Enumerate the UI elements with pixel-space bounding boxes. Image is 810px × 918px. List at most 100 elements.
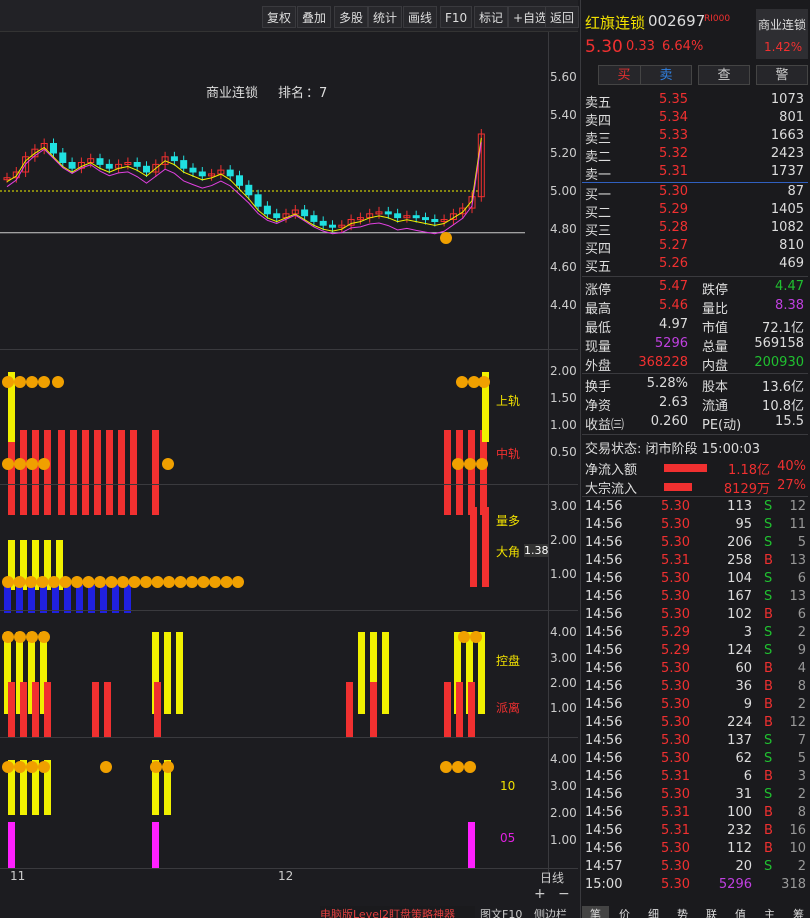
candle — [226, 169, 234, 177]
price-tick: 5.00 — [550, 184, 577, 198]
ad-banner[interactable]: 电脑版Level2盯盘策略神器 — [320, 906, 475, 918]
tick-time: 14:56 — [585, 679, 623, 694]
stat-value: 8.38 — [775, 298, 804, 313]
toolbar-button[interactable]: 叠加 — [297, 6, 332, 28]
toolbar-button[interactable]: F10 — [440, 6, 473, 28]
action-button-1[interactable]: 卖 — [640, 65, 692, 85]
detail-tab[interactable]: 细 — [640, 906, 667, 918]
stat-label: 流通 — [702, 399, 729, 414]
signal-marker — [128, 576, 141, 588]
tick-count: 5 — [797, 535, 806, 550]
book-divider — [582, 182, 808, 183]
kline-chart[interactable] — [0, 32, 548, 884]
signal-marker — [197, 576, 210, 588]
toolbar-button[interactable]: 画线 — [403, 6, 438, 28]
detail-tab[interactable]: 主 — [756, 906, 783, 918]
signal-marker — [71, 576, 83, 588]
zoom-out-button[interactable]: − — [558, 886, 570, 902]
tick-price: 5.30 — [661, 661, 690, 676]
candle — [59, 152, 67, 163]
tick-label: 1.00 — [550, 418, 577, 432]
action-button-2[interactable]: 查 — [698, 65, 750, 85]
tick-time: 14:56 — [585, 589, 623, 604]
stat-value: 13.6亿 — [762, 380, 804, 395]
indicator-bar — [40, 585, 47, 613]
candle — [133, 162, 141, 167]
indicator-bar — [358, 632, 365, 714]
toolbar-button[interactable]: 统计 — [368, 6, 403, 28]
ask-price: 5.32 — [659, 146, 688, 161]
signal-marker — [14, 761, 26, 773]
stat-value: 5.28% — [646, 376, 688, 391]
detail-tab[interactable]: 值 — [727, 906, 754, 918]
indicator-bar — [28, 585, 35, 613]
tick-volume: 60 — [735, 661, 752, 676]
tick-time: 14:56 — [585, 643, 623, 658]
bid-label: 买三 — [585, 224, 612, 239]
signal-marker — [82, 576, 95, 588]
book-divider — [582, 496, 808, 497]
stat-value: 368228 — [638, 355, 688, 370]
tick-price: 5.31 — [661, 823, 690, 838]
detail-tab[interactable]: 筹 — [785, 906, 810, 918]
indicator-bar — [70, 430, 77, 515]
tick-count: 10 — [789, 841, 806, 856]
signal-marker — [38, 376, 50, 388]
toolbar-button[interactable]: 标记 — [474, 6, 509, 28]
tick-volume: 20 — [735, 859, 752, 874]
indicator-bar — [8, 682, 15, 737]
tick-volume: 9 — [743, 697, 752, 712]
price-tick: 4.80 — [550, 222, 577, 236]
candle — [96, 158, 104, 165]
toolbar-button[interactable]: 复权 — [262, 6, 297, 28]
stat-label: PE(动) — [702, 418, 742, 433]
signal-marker — [150, 761, 162, 773]
tick-time: 14:56 — [585, 499, 623, 514]
action-button-3[interactable]: 警 — [756, 65, 808, 85]
tick-time: 14:56 — [585, 553, 623, 568]
tick-price: 5.30 — [661, 679, 690, 694]
tick-label: 4.00 — [550, 752, 577, 766]
detail-tab[interactable]: 势 — [669, 906, 696, 918]
zoom-in-button[interactable]: + — [534, 886, 546, 902]
indicator-bar — [152, 430, 159, 515]
stat-value: 5296 — [654, 336, 688, 351]
indicator-bar — [370, 682, 377, 737]
indicator-bar — [468, 822, 475, 868]
signal-marker — [94, 576, 106, 588]
tick-count: 2 — [797, 787, 806, 802]
tick-count: 5 — [797, 751, 806, 766]
ask-price: 5.34 — [659, 110, 688, 125]
signal-marker — [26, 458, 38, 470]
indicator-bar — [106, 430, 113, 515]
period-label[interactable]: 日线 — [540, 869, 564, 886]
detail-tab[interactable]: 联 — [698, 906, 725, 918]
tick-label: 1.00 — [550, 701, 577, 715]
signal-marker — [117, 576, 129, 588]
sidebar-tab[interactable]: 侧边栏 — [534, 906, 567, 918]
detail-tab[interactable]: 价 — [611, 906, 638, 918]
candle — [384, 211, 392, 215]
signal-marker — [478, 376, 490, 388]
stat-label: 净资 — [585, 399, 612, 414]
tick-volume: 124 — [727, 643, 752, 658]
tick-side: B — [764, 715, 773, 730]
flow-bar — [664, 483, 692, 491]
f10-tab[interactable]: 图文F10 — [480, 906, 522, 918]
stat-value: 200930 — [754, 355, 804, 370]
detail-tab[interactable]: 笔 — [582, 906, 609, 918]
candle — [310, 215, 318, 222]
signal-marker — [476, 458, 488, 470]
stat-label: 最低 — [585, 321, 612, 336]
candle — [236, 175, 243, 186]
stat-label: 现量 — [585, 340, 612, 355]
tick-side: B — [764, 553, 773, 568]
indicator-bar — [124, 585, 131, 613]
candle — [329, 224, 336, 228]
toolbar-button[interactable]: 返回 — [545, 6, 580, 28]
signal-marker — [232, 576, 244, 588]
toolbar-button[interactable]: 多股 — [334, 6, 369, 28]
flow-pct: 27% — [777, 478, 806, 493]
candle — [245, 184, 253, 196]
book-divider — [582, 434, 808, 435]
